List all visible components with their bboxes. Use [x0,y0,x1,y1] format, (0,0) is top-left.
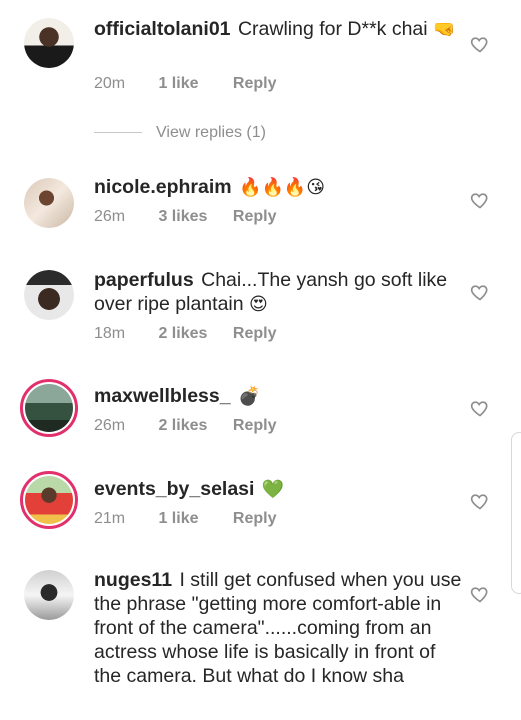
comment-text: Crawling for D**k chai [237,18,428,40]
comment-time: 26m [94,417,126,434]
avatar[interactable] [20,471,78,529]
avatar[interactable] [24,270,74,320]
comment-meta: 18m 2 likes Reply [94,325,276,343]
avatar[interactable] [24,570,74,620]
comment-body: officialtolani01 Crawling for D**k chai … [94,17,464,41]
comment-username[interactable]: events_by_selasi [94,478,254,500]
comment-emoji: 💣 [238,386,261,406]
comment-body: events_by_selasi 💚 [94,477,464,501]
comment-emoji: 😍 [249,294,268,314]
comment-body: nuges11 I still get confused when you us… [94,568,464,688]
comment-emoji: 🤜 [433,19,456,39]
comment-emoji: 🔥🔥🔥😘 [239,177,326,197]
heart-outline-icon[interactable] [470,282,490,302]
comment-emoji: 💚 [261,479,285,499]
reply-button[interactable]: Reply [233,510,277,528]
comment-likes[interactable]: 3 likes [158,208,228,226]
comment-likes[interactable]: 1 like [158,75,228,93]
comment-username[interactable]: nuges11 [94,569,172,591]
comment-username[interactable]: maxwellbless_ [94,385,231,407]
comment-time: 18m [94,325,126,342]
avatar[interactable] [24,18,74,68]
view-replies-label[interactable]: View replies (1) [156,124,266,141]
heart-outline-icon[interactable] [470,491,490,511]
heart-outline-icon[interactable] [470,584,490,604]
comment-body: nicole.ephraim 🔥🔥🔥😘 [94,175,464,199]
heart-outline-icon[interactable] [470,398,490,418]
comment-likes[interactable]: 2 likes [158,417,228,435]
comment-likes[interactable]: 2 likes [158,325,228,343]
comment-meta: 26m 3 likes Reply [94,208,276,226]
avatar[interactable] [24,178,74,228]
comment-meta: 20m 1 like Reply [94,75,276,93]
heart-outline-icon[interactable] [470,190,490,210]
avatar[interactable] [20,379,78,437]
comment-time: 20m [94,75,126,92]
divider [94,132,142,134]
comment-likes[interactable]: 1 like [158,510,228,528]
scroll-edge-handle[interactable] [511,432,521,594]
comment-meta: 21m 1 like Reply [94,510,276,528]
comment-time: 21m [94,510,126,527]
comment-meta: 26m 2 likes Reply [94,417,276,435]
comment-time: 26m [94,208,126,225]
comment-body: paperfulus Chai...The yansh go soft like… [94,268,464,316]
comment-username[interactable]: officialtolani01 [94,18,231,40]
reply-button[interactable]: Reply [233,325,277,343]
reply-button[interactable]: Reply [233,208,277,226]
heart-outline-icon[interactable] [470,34,490,54]
view-replies-button[interactable]: View replies (1) [94,124,266,142]
comment-username[interactable]: paperfulus [94,269,194,291]
comment-body: maxwellbless_ 💣 [94,384,464,408]
comment-username[interactable]: nicole.ephraim [94,176,232,198]
reply-button[interactable]: Reply [233,417,277,435]
reply-button[interactable]: Reply [233,75,277,93]
